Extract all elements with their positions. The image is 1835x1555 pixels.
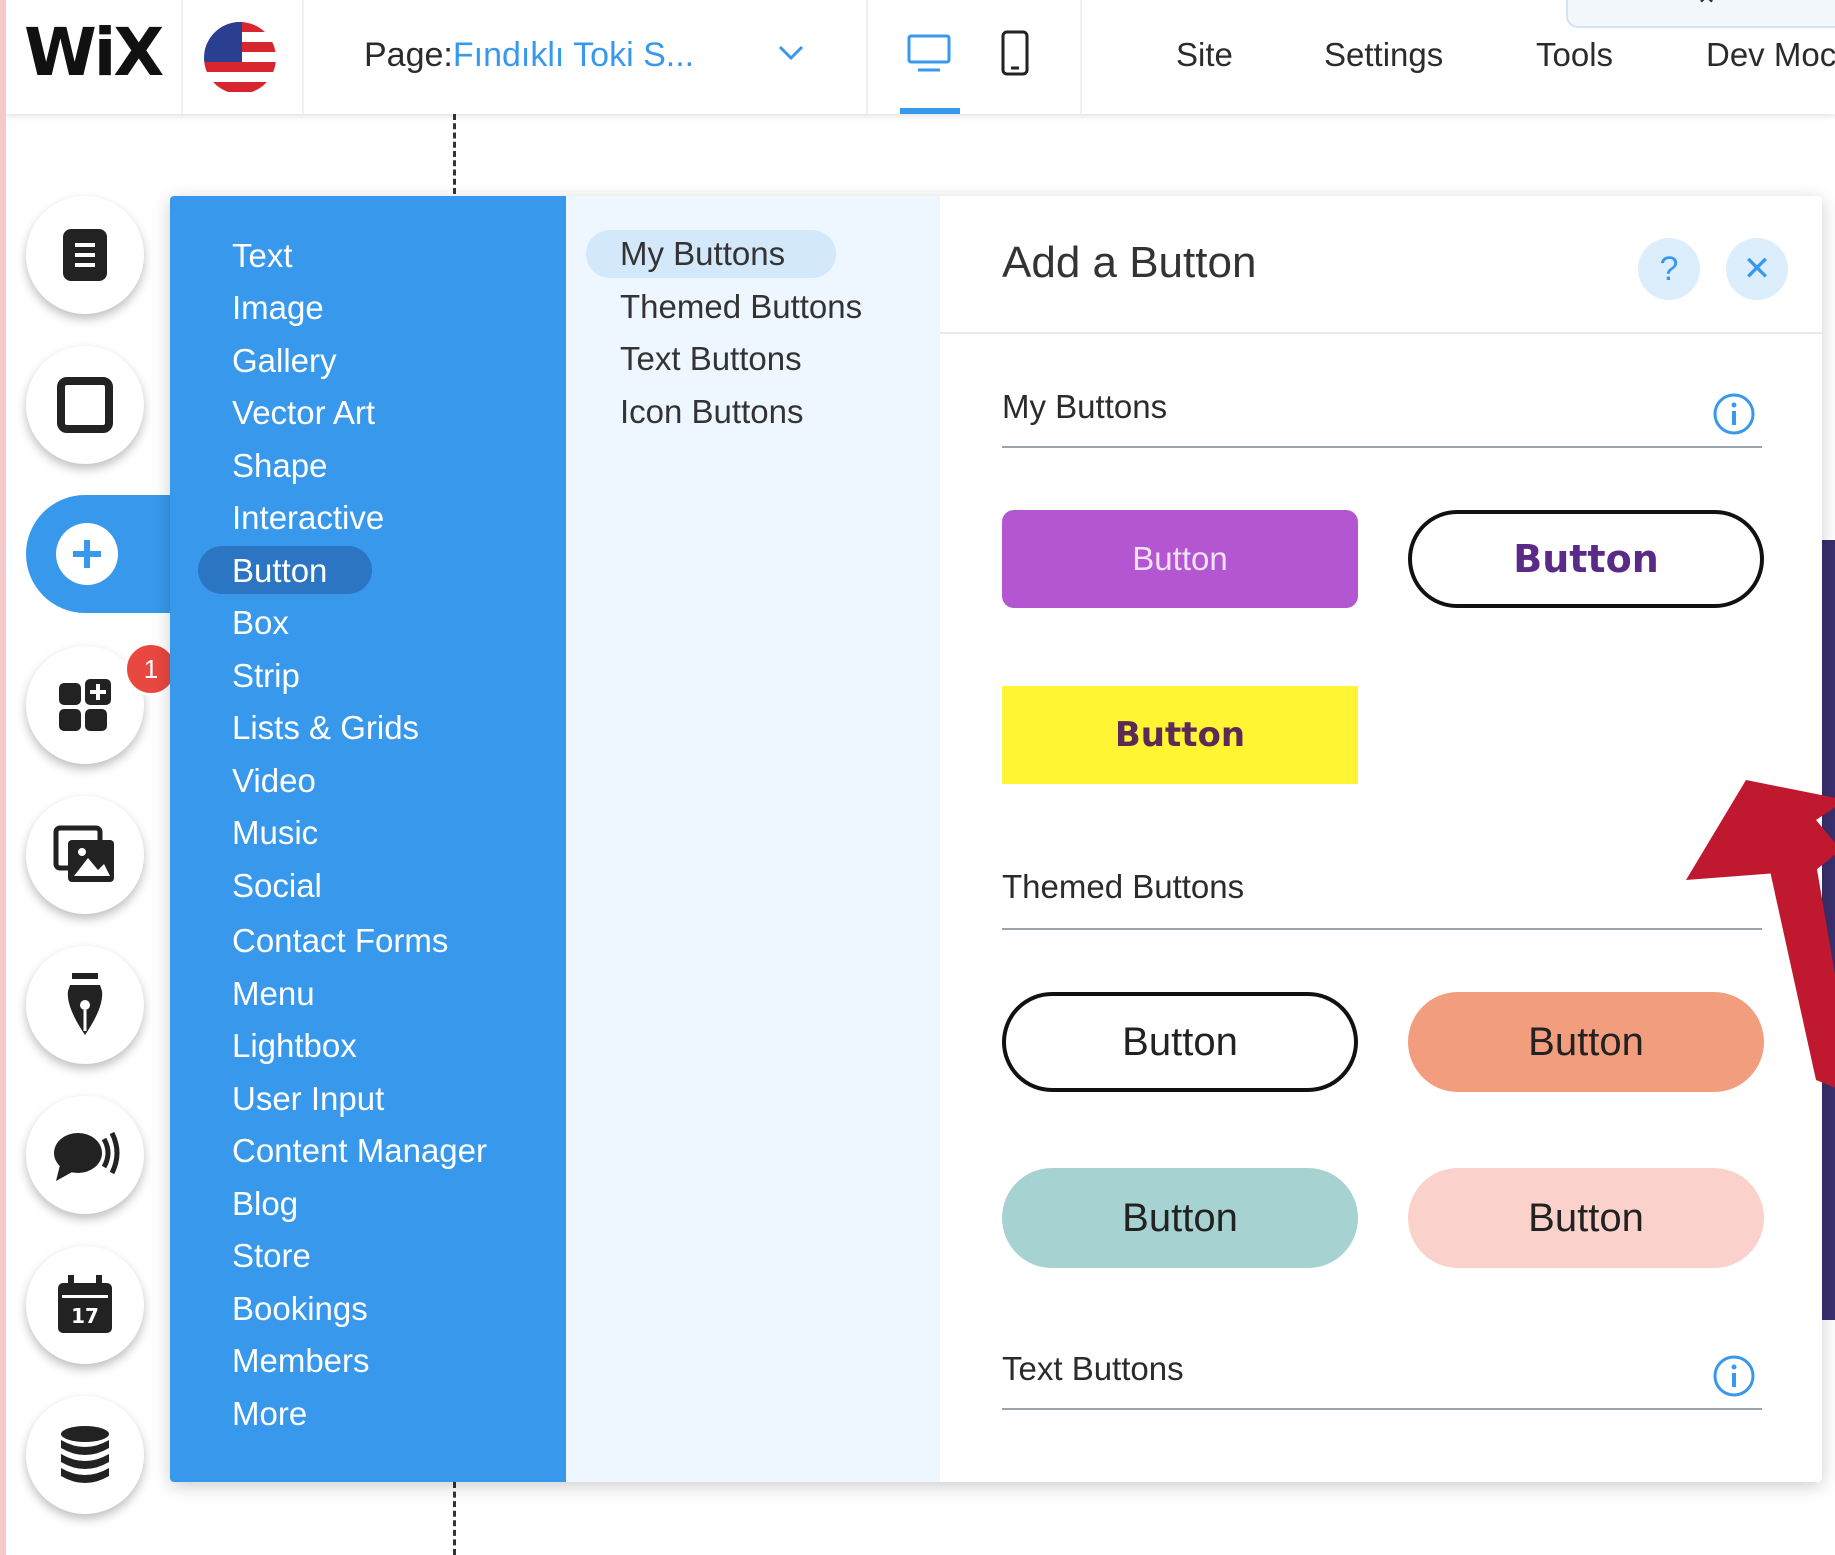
page-selector[interactable]: Page:Fındıklı Toki S... xyxy=(364,36,694,75)
page-selector-value: Fındıklı Toki S... xyxy=(452,36,695,74)
collapse-tab[interactable]: ⌃ xyxy=(1566,0,1835,28)
category-music[interactable]: Music xyxy=(232,813,318,853)
svg-text:17: 17 xyxy=(71,1304,99,1328)
subcategory-text-buttons[interactable]: Text Buttons xyxy=(620,339,802,379)
separator xyxy=(181,0,183,114)
divider xyxy=(940,332,1822,334)
category-bookings[interactable]: Bookings xyxy=(232,1289,368,1329)
category-menu[interactable]: Menu xyxy=(232,974,315,1014)
design-button[interactable] xyxy=(26,946,144,1064)
preset-button-label: Button xyxy=(1528,1195,1644,1240)
category-social[interactable]: Social xyxy=(232,866,322,906)
category-blog[interactable]: Blog xyxy=(232,1184,298,1224)
section-title-my-buttons: My Buttons xyxy=(1002,388,1168,425)
pen-icon xyxy=(67,973,103,1035)
category-gallery[interactable]: Gallery xyxy=(232,341,337,381)
database-icon xyxy=(61,1426,109,1483)
preset-button-label: Button xyxy=(1132,540,1228,577)
category-interactive[interactable]: Interactive xyxy=(232,498,384,538)
category-video[interactable]: Video xyxy=(232,761,316,801)
section-title-themed-buttons: Themed Buttons xyxy=(1002,868,1245,905)
close-icon: ✕ xyxy=(1742,250,1772,288)
media-icon xyxy=(53,825,114,882)
info-icon[interactable] xyxy=(1712,1354,1756,1398)
themed-button-teal[interactable]: Button xyxy=(1002,1168,1358,1268)
category-button[interactable]: Button xyxy=(232,551,327,591)
add-icon xyxy=(56,523,118,585)
category-more[interactable]: More xyxy=(232,1394,307,1434)
info-icon[interactable] xyxy=(1712,392,1756,436)
section-underline xyxy=(1002,928,1762,930)
category-user-input[interactable]: User Input xyxy=(232,1079,384,1119)
themed-button-outline[interactable]: Button xyxy=(1002,992,1358,1092)
add-panel: Text Image Gallery Vector Art Shape Inte… xyxy=(170,196,1822,1482)
media-button[interactable] xyxy=(26,796,144,914)
us-flag-icon[interactable] xyxy=(204,22,276,94)
separator xyxy=(302,0,304,114)
panel-title: Add a Button xyxy=(1002,238,1257,287)
database-button[interactable] xyxy=(26,1396,144,1514)
menu-tools[interactable]: Tools xyxy=(1536,36,1613,74)
ruler-guide xyxy=(453,1482,456,1555)
page-selector-label: Page: xyxy=(364,36,453,74)
ruler-guide xyxy=(453,114,456,194)
separator xyxy=(866,0,868,114)
menu-site[interactable]: Site xyxy=(1176,36,1233,74)
chevron-down-icon[interactable] xyxy=(776,38,806,68)
separator xyxy=(1080,0,1082,114)
chat-icon xyxy=(54,1131,120,1181)
subcategory-icon-buttons[interactable]: Icon Buttons xyxy=(620,392,803,432)
section-icon xyxy=(57,377,113,433)
category-text[interactable]: Text xyxy=(232,236,293,276)
pages-button[interactable] xyxy=(26,196,144,314)
preset-button-label: Button xyxy=(1122,1195,1238,1240)
chat-button[interactable] xyxy=(26,1096,144,1214)
annotation-arrow xyxy=(1686,780,1835,1088)
category-image[interactable]: Image xyxy=(232,288,324,328)
category-lists-grids[interactable]: Lists & Grids xyxy=(232,708,419,748)
preset-button-label: Button xyxy=(1528,1019,1644,1064)
menu-settings[interactable]: Settings xyxy=(1324,36,1443,74)
section-underline xyxy=(1002,1408,1762,1410)
pages-icon xyxy=(63,229,107,281)
section-underline xyxy=(1002,446,1762,448)
close-button[interactable]: ✕ xyxy=(1726,238,1788,300)
section-button[interactable] xyxy=(26,346,144,464)
category-content-manager[interactable]: Content Manager xyxy=(232,1131,487,1171)
menu-dev-mode[interactable]: Dev Moc xyxy=(1706,36,1835,74)
top-bar: WiX Page:Fındıklı Toki S... Site Setting… xyxy=(6,0,1835,114)
category-list: Text Image Gallery Vector Art Shape Inte… xyxy=(170,196,566,1482)
help-icon: ? xyxy=(1659,249,1679,288)
calendar-icon: 17 xyxy=(58,1275,112,1333)
category-members[interactable]: Members xyxy=(232,1341,370,1381)
category-shape[interactable]: Shape xyxy=(232,446,327,486)
help-button[interactable]: ? xyxy=(1638,238,1700,300)
preset-button-outline-purple-text[interactable]: Button xyxy=(1408,510,1764,608)
wix-logo: WiX xyxy=(24,14,164,91)
preset-button-label: Button xyxy=(1122,1019,1238,1064)
calendar-button[interactable]: 17 xyxy=(26,1246,144,1364)
category-strip[interactable]: Strip xyxy=(232,656,300,696)
add-elements-button[interactable] xyxy=(26,495,176,613)
category-vector-art[interactable]: Vector Art xyxy=(232,393,375,433)
subcategory-themed-buttons[interactable]: Themed Buttons xyxy=(620,287,862,327)
preset-button-purple[interactable]: Button xyxy=(1002,510,1358,608)
category-lightbox[interactable]: Lightbox xyxy=(232,1026,357,1066)
app-market-icon xyxy=(59,679,111,731)
chevron-up-icon: ⌃ xyxy=(1694,0,1720,24)
section-title-text-buttons: Text Buttons xyxy=(1002,1350,1184,1387)
desktop-icon[interactable] xyxy=(904,28,954,78)
subcategory-list: My Buttons Themed Buttons Text Buttons I… xyxy=(566,196,940,1482)
category-store[interactable]: Store xyxy=(232,1236,311,1276)
editor-canvas: WiX Page:Fındıklı Toki S... Site Setting… xyxy=(6,0,1835,1555)
mobile-icon[interactable] xyxy=(990,28,1040,78)
preset-button-yellow[interactable]: Button xyxy=(1002,686,1358,784)
preset-button-label: Button xyxy=(1114,715,1246,755)
active-device-indicator xyxy=(900,108,960,114)
category-contact-forms[interactable]: Contact Forms xyxy=(232,921,448,961)
subcategory-my-buttons[interactable]: My Buttons xyxy=(620,234,785,274)
preset-button-label: Button xyxy=(1513,537,1659,581)
category-box[interactable]: Box xyxy=(232,603,289,643)
